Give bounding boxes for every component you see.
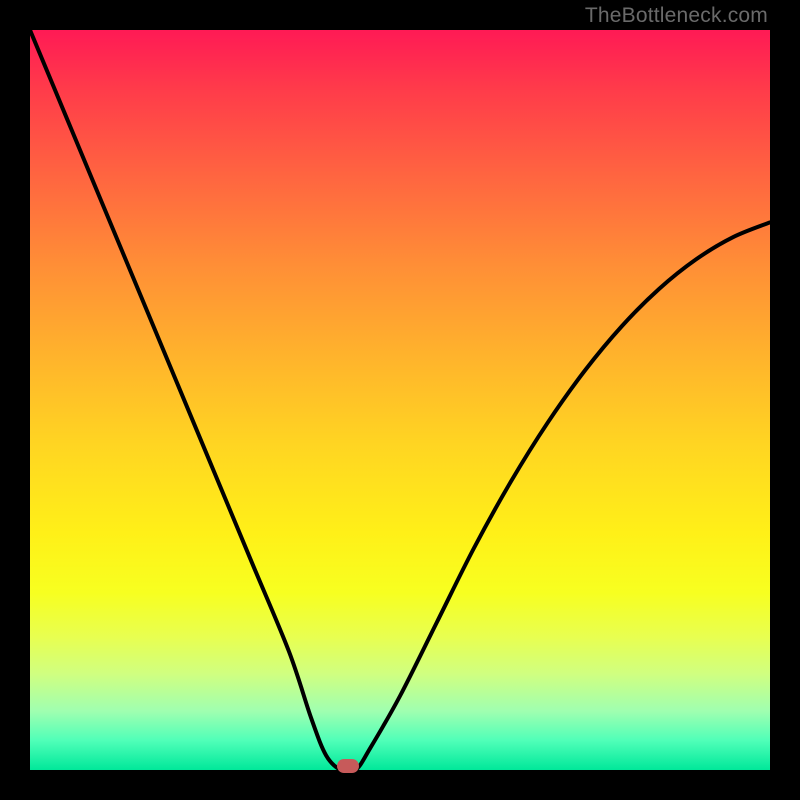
- optimal-marker: [337, 759, 359, 773]
- bottleneck-curve: [30, 30, 770, 770]
- watermark-text: TheBottleneck.com: [585, 4, 768, 28]
- chart-frame: TheBottleneck.com: [0, 0, 800, 800]
